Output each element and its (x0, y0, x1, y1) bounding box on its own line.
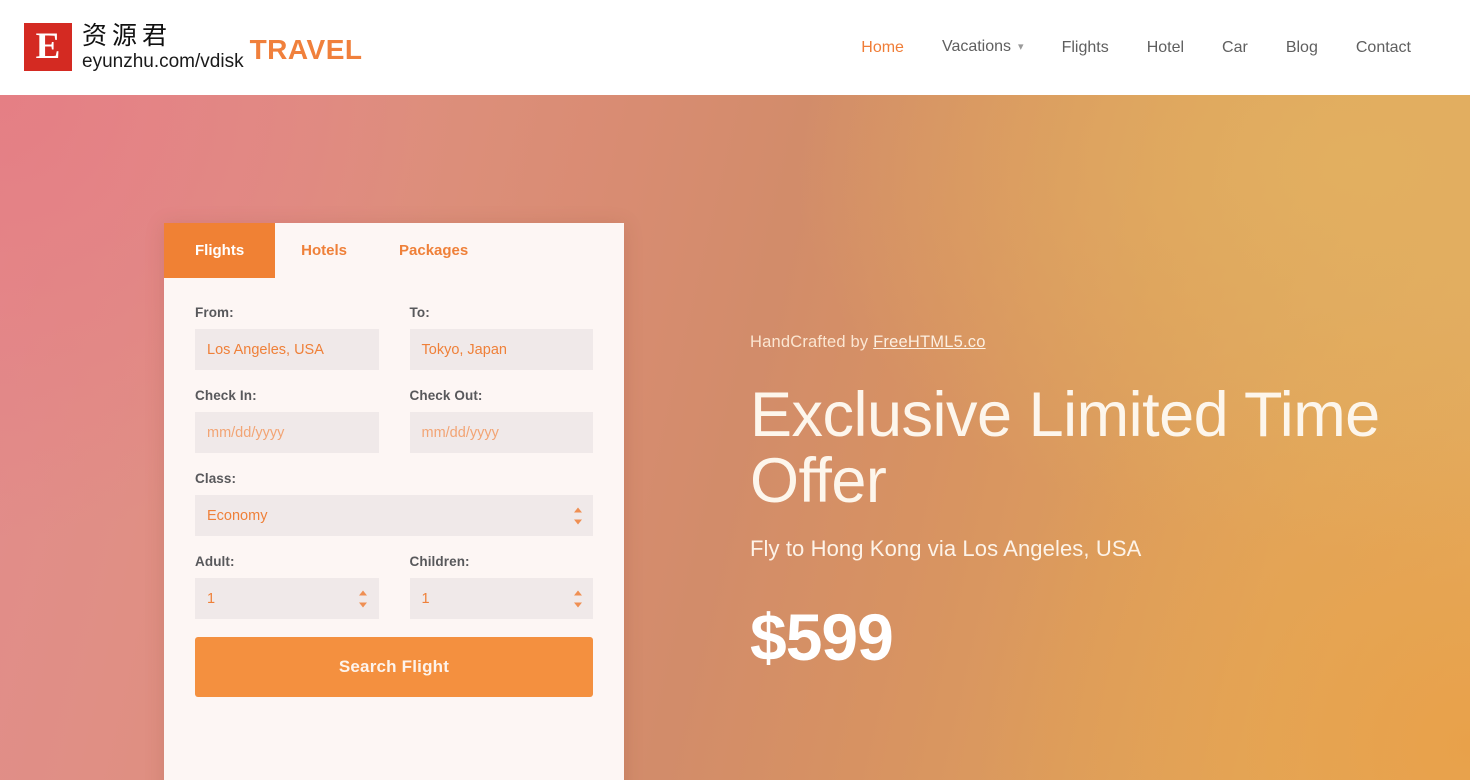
field-checkin: Check In: mm/dd/yyyy (195, 388, 379, 453)
field-checkout: Check Out: mm/dd/yyyy (409, 388, 593, 453)
logo-mark-icon: E (24, 23, 72, 71)
nav-item-contact[interactable]: Contact (1337, 0, 1430, 95)
adult-selected-value: 1 (207, 590, 216, 607)
field-children: Children: 1 (409, 554, 593, 619)
tab-flights[interactable]: Flights (164, 223, 276, 278)
to-input[interactable]: Tokyo, Japan (409, 329, 593, 370)
nav-label: Vacations (941, 38, 1012, 55)
hero-text-block: HandCrafted by FreeHTML5.co Exclusive Li… (750, 333, 1410, 672)
nav-label: Home (861, 39, 904, 56)
checkin-label: Check In: (195, 388, 257, 403)
class-select[interactable]: Economy (195, 495, 593, 536)
form-row-passengers: Adult: 1 Children: 1 (195, 554, 593, 619)
handcrafted-credit: HandCrafted by FreeHTML5.co (750, 333, 1410, 352)
tab-packages[interactable]: Packages (373, 223, 494, 278)
class-label: Class: (195, 471, 237, 486)
main-navigation: Home Vacations ▾ Flights Hotel Car Blog C… (842, 0, 1430, 95)
brand-wordmark: TRAVEL (249, 34, 363, 65)
logo-letter: E (27, 26, 69, 68)
to-label: To: (409, 305, 430, 320)
checkout-label: Check Out: (409, 388, 483, 403)
nav-item-vacations[interactable]: Vacations ▾ (923, 0, 1043, 96)
nav-label: Car (1222, 39, 1248, 56)
tab-label: Flights (195, 242, 245, 259)
children-label: Children: (409, 554, 470, 569)
from-input[interactable]: Los Angeles, USA (195, 329, 379, 370)
hero-price: $599 (750, 600, 894, 674)
stepper-arrows-icon (573, 507, 582, 524)
nav-item-car[interactable]: Car (1203, 0, 1267, 95)
tab-label: Packages (399, 242, 469, 259)
form-row-dates: Check In: mm/dd/yyyy Check Out: mm/dd/yy… (195, 388, 593, 453)
field-to: To: Tokyo, Japan (409, 305, 593, 370)
tab-label: Hotels (301, 242, 348, 259)
hero-subtitle: Fly to Hong Kong via Los Angeles, USA (750, 536, 1142, 561)
freehtml5-link[interactable]: FreeHTML5.co (873, 333, 985, 351)
checkin-date-input[interactable]: mm/dd/yyyy (195, 412, 379, 453)
from-label: From: (195, 305, 234, 320)
form-row-origin-destination: From: Los Angeles, USA To: Tokyo, Japan (195, 305, 593, 370)
nav-item-hotel[interactable]: Hotel (1128, 0, 1203, 95)
hero-title: Exclusive Limited Time Offer (750, 380, 1380, 516)
logo-domain-label: eyunzhu.com/vdisk (82, 50, 244, 72)
brand-logo[interactable]: E 资源君 eyunzhu.com/vdisk TRAVEL (24, 16, 363, 78)
nav-item-home[interactable]: Home (842, 0, 923, 95)
field-from: From: Los Angeles, USA (195, 305, 379, 370)
children-select[interactable]: 1 (409, 578, 593, 619)
nav-label: Hotel (1146, 39, 1185, 56)
form-row-class: Class: Economy (195, 471, 593, 536)
hero-section: Flights Hotels Packages From: Los Angele… (0, 95, 1470, 780)
field-adult: Adult: 1 (195, 554, 379, 619)
nav-label: Blog (1285, 39, 1318, 56)
logo-cn-label: 资源君 (82, 20, 173, 50)
flight-search-card: Flights Hotels Packages From: Los Angele… (164, 223, 624, 780)
children-selected-value: 1 (421, 590, 430, 607)
adult-label: Adult: (195, 554, 235, 569)
stepper-arrows-icon (359, 590, 368, 607)
nav-label: Contact (1355, 39, 1411, 56)
chevron-down-icon: ▾ (1018, 41, 1024, 53)
nav-label: Flights (1061, 39, 1109, 56)
stepper-arrows-icon (573, 590, 582, 607)
field-class: Class: Economy (195, 471, 593, 536)
adult-select[interactable]: 1 (195, 578, 379, 619)
search-tabs: Flights Hotels Packages (164, 223, 624, 278)
logo-watermark-text: 资源君 eyunzhu.com/vdisk (82, 20, 244, 74)
tab-hotels[interactable]: Hotels (275, 223, 373, 278)
nav-item-blog[interactable]: Blog (1267, 0, 1337, 95)
flight-search-form: From: Los Angeles, USA To: Tokyo, Japan … (164, 278, 624, 697)
nav-item-flights[interactable]: Flights (1043, 0, 1128, 95)
checkout-date-input[interactable]: mm/dd/yyyy (409, 412, 593, 453)
class-selected-value: Economy (207, 507, 268, 524)
search-flight-button[interactable]: Search Flight (195, 637, 593, 697)
site-header: E 资源君 eyunzhu.com/vdisk TRAVEL Home Vaca… (0, 0, 1470, 95)
handcrafted-prefix: HandCrafted by (750, 333, 874, 351)
